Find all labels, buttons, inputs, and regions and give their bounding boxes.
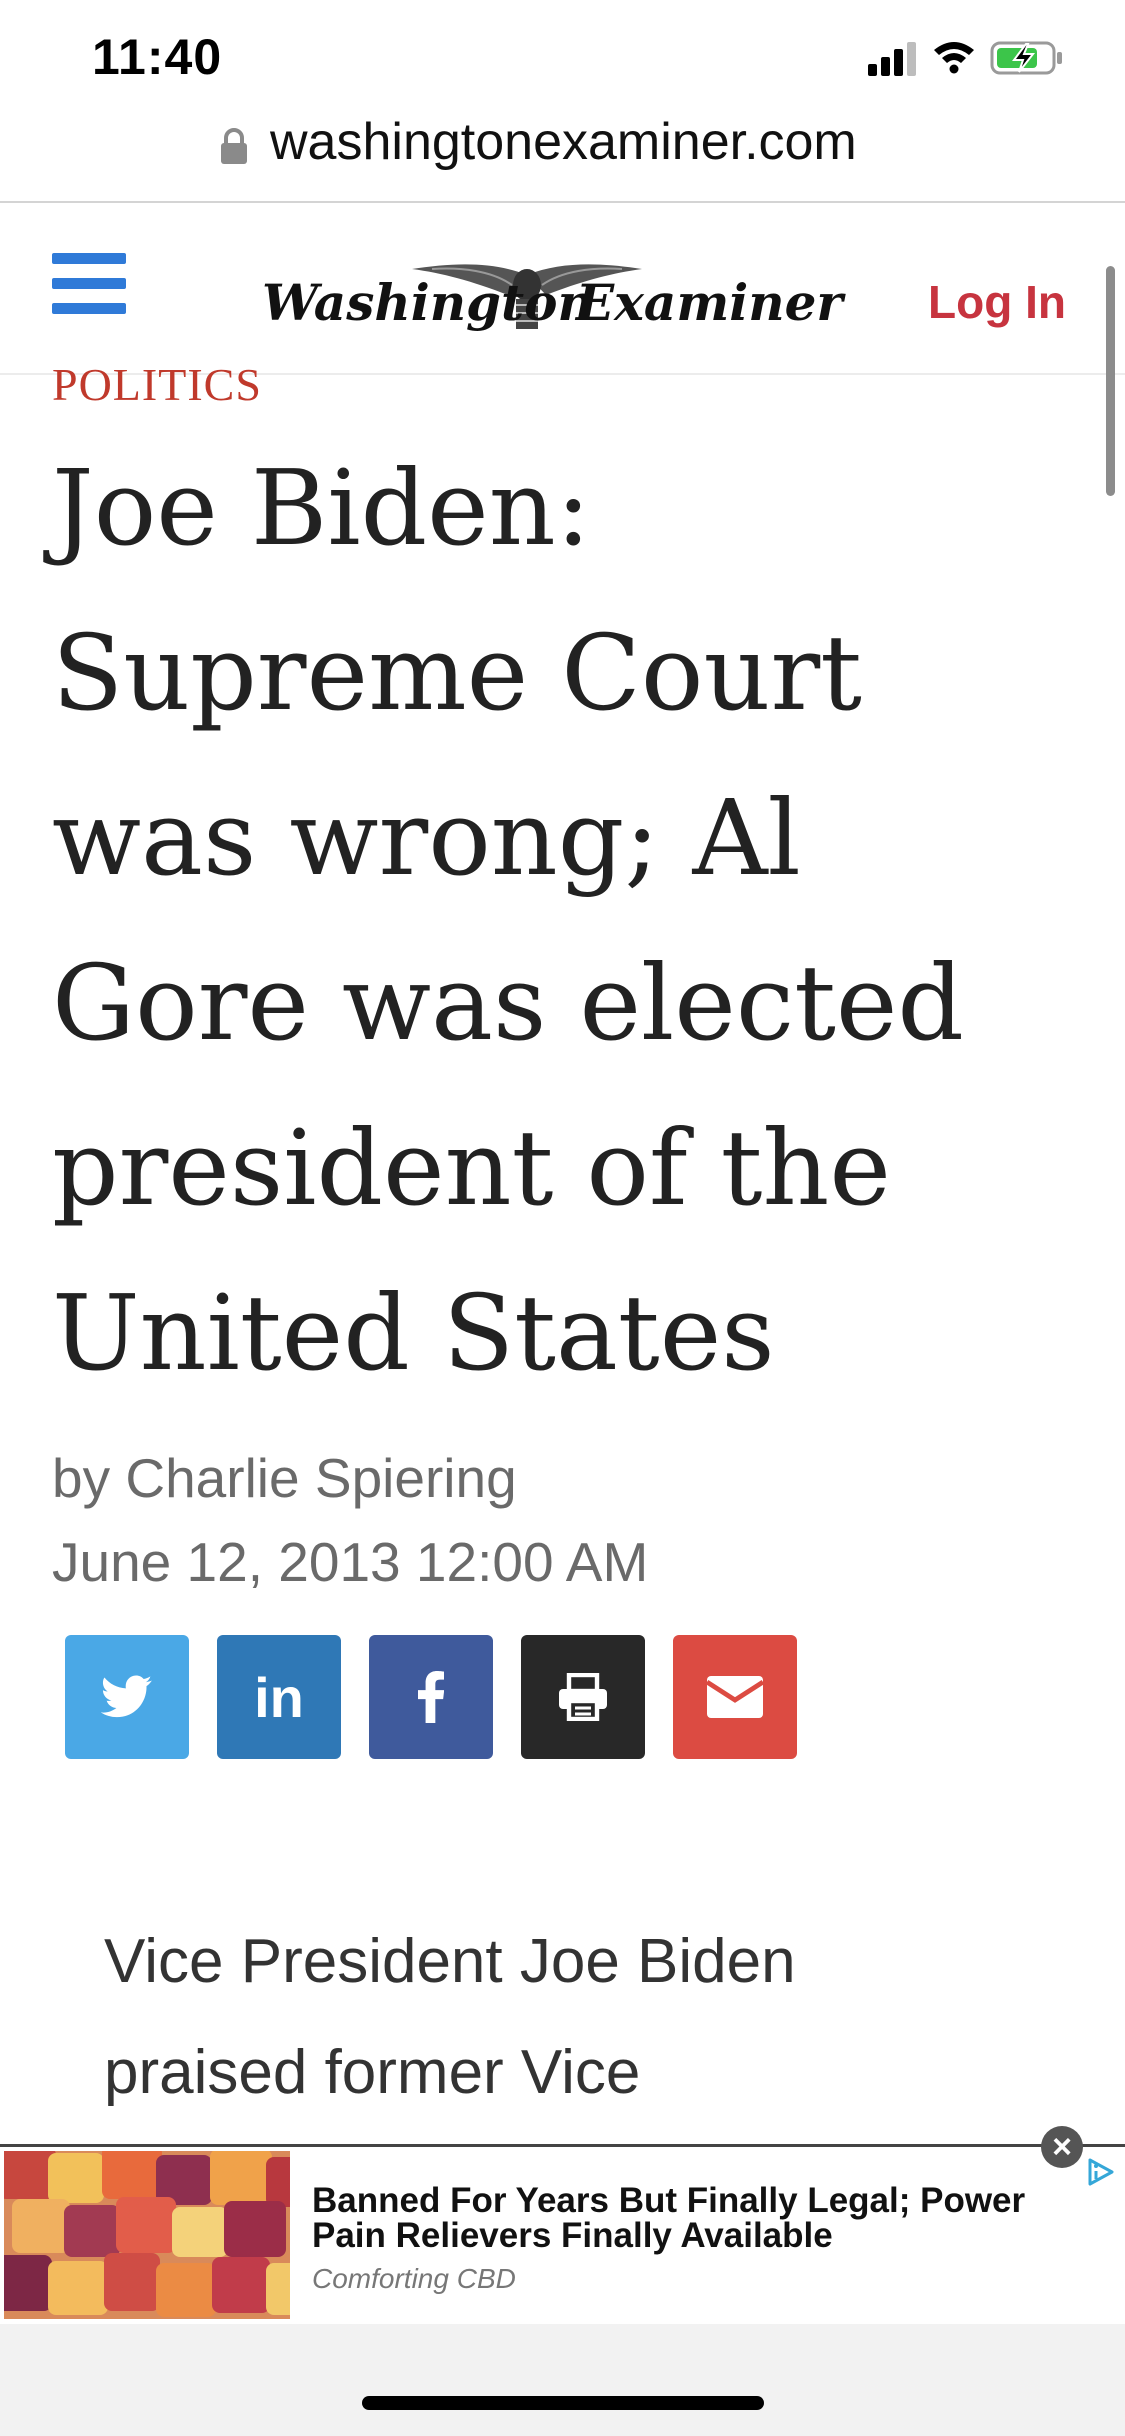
browser-bottom-area xyxy=(0,2324,1125,2436)
facebook-share-button[interactable] xyxy=(369,1635,493,1759)
page-scrollbar[interactable] xyxy=(1106,266,1115,496)
status-time: 11:40 xyxy=(92,29,223,85)
headline-line: Supreme Court xyxy=(52,612,862,734)
twitter-icon xyxy=(101,1675,152,1718)
headline-line: Gore was elected xyxy=(52,942,964,1064)
cellular-signal-icon xyxy=(868,40,918,76)
linkedin-icon: in xyxy=(254,1665,304,1729)
byline[interactable]: by Charlie Spiering xyxy=(52,1446,517,1510)
print-share-button[interactable] xyxy=(521,1635,645,1759)
print-icon xyxy=(559,1673,607,1721)
article-headline: Joe Biden: Supreme Court was wrong; Al G… xyxy=(52,426,1052,1416)
publish-date: June 12, 2013 12:00 AM xyxy=(52,1531,649,1593)
ad-source[interactable]: Comforting CBD xyxy=(312,2263,516,2295)
site-header: Washington Examiner Log In xyxy=(0,203,1125,375)
ad-image[interactable] xyxy=(4,2151,290,2319)
ad-banner[interactable]: Banned For Years But Finally Legal; Powe… xyxy=(0,2144,1125,2327)
ad-title[interactable]: Banned For Years But Finally Legal; Powe… xyxy=(312,2183,1072,2253)
battery-charging-icon xyxy=(990,41,1062,75)
hamburger-menu-icon[interactable] xyxy=(52,253,126,315)
logo-text-washington: Washington xyxy=(262,273,594,332)
body-line: Vice President Joe Biden xyxy=(104,1927,796,1996)
email-share-button[interactable] xyxy=(673,1635,797,1759)
lock-icon xyxy=(221,128,247,164)
twitter-share-button[interactable] xyxy=(65,1635,189,1759)
site-logo[interactable]: Washington Examiner xyxy=(262,255,843,337)
headline-line: president of the xyxy=(52,1107,891,1229)
headline-line: was wrong; Al xyxy=(52,777,801,899)
gummies-image xyxy=(4,2151,290,2319)
headline-line: United States xyxy=(52,1272,775,1394)
url-text[interactable]: washingtonexaminer.com xyxy=(270,112,857,172)
logo-text-examiner: Examiner xyxy=(576,273,843,332)
home-indicator[interactable] xyxy=(362,2396,764,2410)
close-icon[interactable]: × xyxy=(1041,2126,1083,2168)
wifi-icon xyxy=(934,42,974,74)
body-line: praised former Vice xyxy=(104,2038,641,2107)
login-button[interactable]: Log In xyxy=(928,275,1066,329)
email-icon xyxy=(707,1676,763,1718)
facebook-icon xyxy=(418,1671,444,1723)
headline-line: Joe Biden: xyxy=(52,447,591,569)
article-body: Vice President Joe Biden praised former … xyxy=(104,1906,1064,2128)
linkedin-share-button[interactable]: in xyxy=(217,1635,341,1759)
section-label[interactable]: POLITICS xyxy=(52,358,262,411)
adchoices-icon[interactable] xyxy=(1082,2154,1118,2190)
